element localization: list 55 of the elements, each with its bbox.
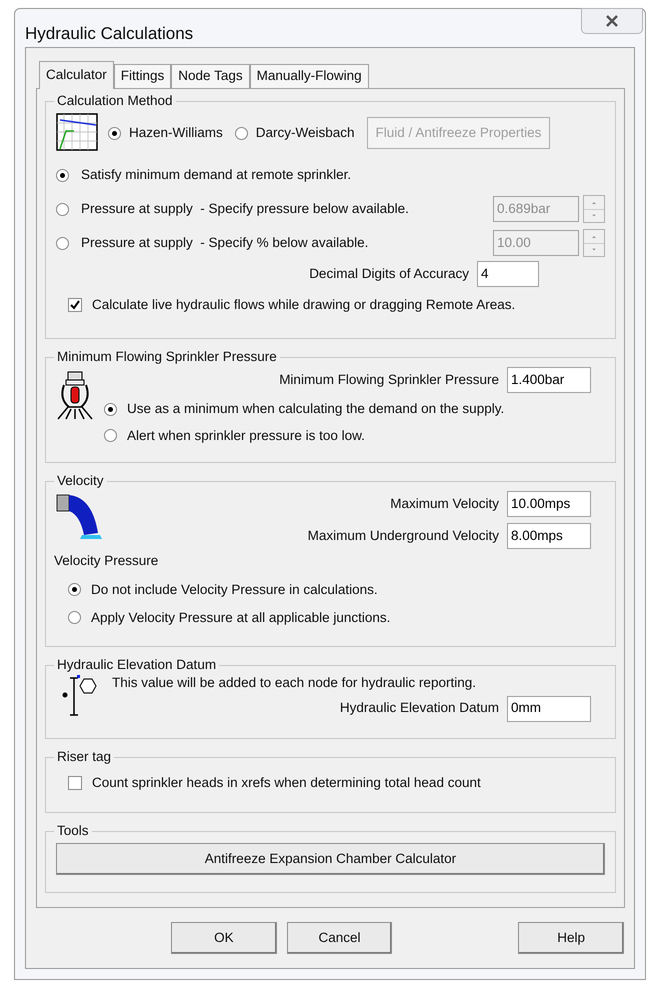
group-title: Tools — [56, 822, 90, 840]
input-field[interactable]: 4 — [477, 261, 539, 288]
radio-label: Use as a minimum when calculating the demand on the supply. — [127, 400, 504, 418]
dialog-button[interactable]: Help — [518, 922, 624, 954]
window-title: Hydraulic Calculations — [25, 23, 194, 45]
radio-label: Darcy-Weisbach — [256, 124, 355, 142]
checkbox[interactable] — [68, 776, 82, 790]
radio-label: Satisfy minimum demand at remote sprinkler. — [81, 166, 352, 184]
tab[interactable]: Manually-Flowing — [250, 64, 369, 88]
radio-button[interactable] — [108, 126, 121, 140]
group-title: Velocity — [56, 472, 105, 490]
radio-label: Do not include Velocity Pressure in calculations. — [91, 580, 378, 599]
input-field[interactable]: 8.00mps — [507, 523, 591, 550]
group-title: Hydraulic Elevation Datum — [56, 656, 218, 674]
input-field[interactable]: 0mm — [507, 696, 591, 722]
radio-button[interactable] — [68, 611, 81, 624]
input-field[interactable]: 10.00mps — [507, 491, 591, 518]
radio-button[interactable] — [104, 429, 117, 442]
group-title: Riser tag — [56, 748, 112, 766]
radio-button[interactable] — [68, 583, 81, 596]
group-title: Minimum Flowing Sprinkler Pressure — [56, 348, 278, 366]
radio-button[interactable] — [56, 168, 69, 182]
chart-icon — [56, 113, 100, 154]
tab[interactable]: Fittings — [114, 64, 172, 88]
field-label: Decimal Digits of Accuracy — [309, 265, 469, 284]
checkbox[interactable] — [68, 298, 82, 312]
dialog-button[interactable]: Cancel — [286, 922, 392, 954]
radio-button[interactable] — [56, 236, 69, 250]
tab[interactable]: Calculator — [39, 61, 114, 89]
dialog-button[interactable]: OK — [171, 922, 277, 954]
field-label: Hydraulic Elevation Datum — [340, 699, 499, 718]
radio-label: Hazen-Williams — [129, 124, 223, 142]
close-icon — [605, 15, 619, 27]
section-heading: Velocity Pressure — [54, 552, 160, 570]
field-label: Minimum Flowing Sprinkler Pressure — [279, 371, 499, 390]
checkbox-label: Count sprinkler heads in xrefs when determining total head count — [92, 774, 481, 792]
checkbox-label: Calculate live hydraulic flows while drawing or dragging Remote Areas. — [92, 296, 516, 314]
radio-label: Pressure at supply - Specify % below available. — [81, 234, 370, 252]
input-field[interactable]: 1.400bar — [507, 367, 591, 394]
field-label: Maximum Underground Velocity — [308, 527, 499, 546]
radio-button[interactable] — [56, 202, 69, 216]
group-title: Calculation Method — [56, 92, 174, 110]
spinner-arrows-icon[interactable] — [583, 229, 605, 258]
radio-label: Alert when sprinkler pressure is too low. — [127, 426, 365, 445]
field-label: Maximum Velocity — [390, 495, 499, 514]
spinner-arrows-icon[interactable] — [583, 195, 605, 224]
radio-label: Apply Velocity Pressure at all applicable junctions. — [91, 608, 390, 627]
description-text: This value will be added to each node for hydraulic reporting. — [112, 674, 477, 692]
antifreeze-calculator-button[interactable]: Antifreeze Expansion Chamber Calculator — [56, 843, 605, 876]
tab[interactable]: Node Tags — [171, 64, 250, 88]
radio-button[interactable] — [234, 126, 248, 140]
close-button[interactable] — [581, 8, 643, 34]
sprinkler-icon — [56, 371, 94, 422]
radio-button[interactable] — [104, 402, 117, 416]
radio-label: Pressure at supply - Specify pressure below available. — [81, 200, 410, 218]
